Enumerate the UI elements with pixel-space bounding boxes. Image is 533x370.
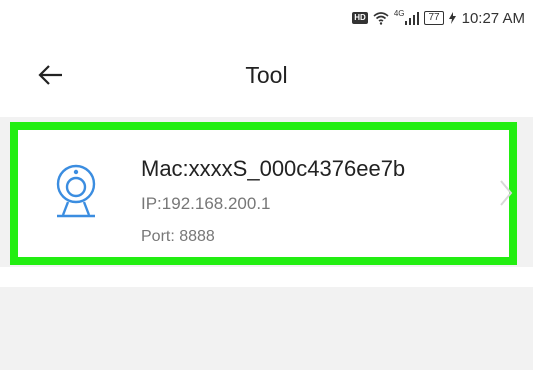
camera-icon (56, 164, 96, 218)
list-empty-area (14, 287, 533, 370)
device-port: Port: 8888 (141, 228, 215, 245)
device-ip: IP:192.168.200.1 (141, 194, 271, 213)
signal-icon: 4G (393, 8, 420, 25)
battery-icon: 77 (424, 11, 444, 25)
charging-icon (448, 12, 456, 24)
network-type-label: 4G (393, 8, 405, 18)
list-divider (0, 267, 533, 287)
device-list: Mac:xxxxS_000c4376ee7b IP:192.168.200.1 … (0, 117, 533, 370)
chevron-right-icon (500, 180, 513, 206)
status-bar: HD 4G 77 10:27 AM (0, 0, 533, 36)
wifi-icon (373, 11, 389, 25)
device-mac: Mac:xxxxS_000c4376ee7b (141, 156, 406, 181)
app-header: Tool (0, 50, 533, 100)
hd-icon: HD (352, 12, 368, 24)
device-list-item[interactable]: Mac:xxxxS_000c4376ee7b IP:192.168.200.1 … (10, 122, 517, 265)
status-time: 10:27 AM (461, 9, 525, 27)
page-title: Tool (245, 62, 288, 88)
